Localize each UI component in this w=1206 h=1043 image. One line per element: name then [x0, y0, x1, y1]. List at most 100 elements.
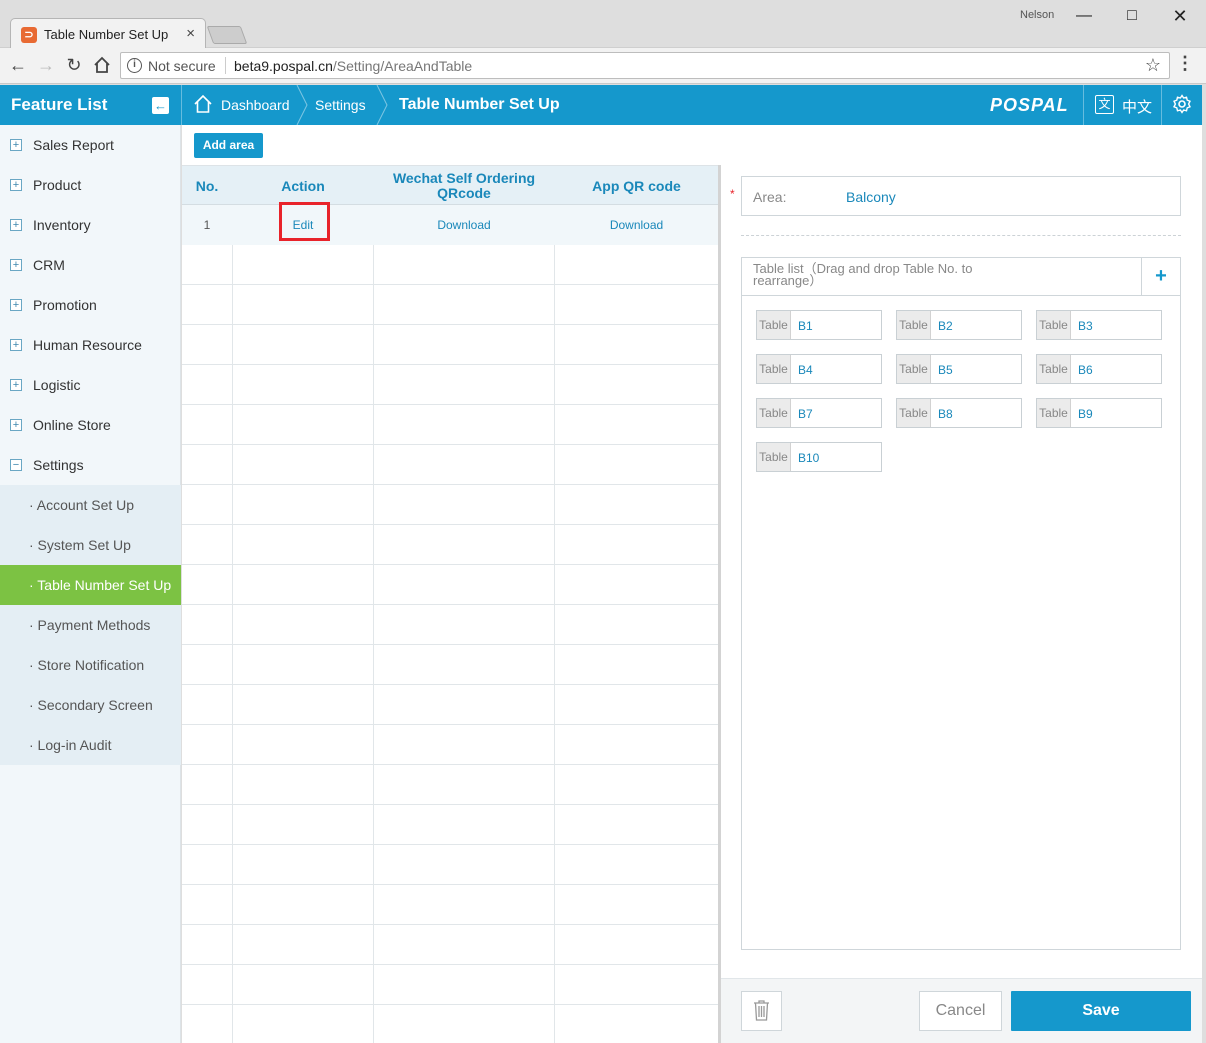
url-path: /Setting/AreaAndTable: [332, 58, 473, 74]
security-label: Not secure: [148, 58, 216, 74]
table-number[interactable]: B7: [798, 407, 813, 421]
area-name-field[interactable]: Area: Balcony: [741, 176, 1181, 216]
expand-plus-icon[interactable]: +: [10, 299, 22, 311]
table-number[interactable]: B6: [1078, 363, 1093, 377]
grid-line: [182, 524, 719, 525]
home-icon[interactable]: [89, 52, 115, 78]
grid-line: [182, 604, 719, 605]
profile-name[interactable]: Nelson: [1020, 9, 1054, 21]
grid-line: [182, 484, 719, 485]
new-tab-button[interactable]: [206, 26, 248, 44]
table-number[interactable]: B4: [798, 363, 813, 377]
table-chip[interactable]: Table B8: [896, 398, 1022, 428]
close-window-icon[interactable]: ✕: [1160, 2, 1200, 30]
back-arrow-icon[interactable]: ←: [5, 52, 31, 78]
dashboard-home-icon[interactable]: [193, 94, 213, 114]
table-row[interactable]: 1 Edit Download Download: [182, 205, 719, 245]
sidebar-item-human-resource[interactable]: + Human Resource: [0, 325, 181, 365]
grid-line: [182, 564, 719, 565]
table-chip[interactable]: Table B1: [756, 310, 882, 340]
maximize-icon[interactable]: □: [1112, 2, 1152, 30]
breadcrumb-chevron-icon: [296, 85, 308, 125]
area-value[interactable]: Balcony: [846, 189, 896, 205]
table-chip[interactable]: Table B7: [756, 398, 882, 428]
grid-line: [182, 444, 719, 445]
table-prefix: Table: [897, 355, 931, 383]
reload-icon[interactable]: ↻: [61, 52, 87, 78]
table-chip[interactable]: Table B6: [1036, 354, 1162, 384]
expand-plus-icon[interactable]: +: [10, 419, 22, 431]
table-chip[interactable]: Table B4: [756, 354, 882, 384]
table-chip[interactable]: Table B5: [896, 354, 1022, 384]
address-bar[interactable]: i Not secure beta9.pospal.cn/Setting/Are…: [120, 52, 1170, 79]
bookmark-star-icon[interactable]: ☆: [1145, 55, 1161, 76]
table-chip[interactable]: Table B10: [756, 442, 882, 472]
sidebar-item-product[interactable]: + Product: [0, 165, 181, 205]
editor-footer: Cancel Save: [721, 978, 1202, 1043]
table-number[interactable]: B8: [938, 407, 953, 421]
sidebar-item-settings[interactable]: − Settings: [0, 445, 181, 485]
sidebar-subitem-secondary-screen[interactable]: · Secondary Screen: [0, 685, 181, 725]
expand-plus-icon[interactable]: +: [10, 379, 22, 391]
table-list-title: Table list（Drag and drop Table No. to re…: [753, 261, 973, 288]
forward-arrow-icon[interactable]: →: [33, 52, 59, 78]
table-number[interactable]: B5: [938, 363, 953, 377]
url-text: beta9.pospal.cn/Setting/AreaAndTable: [234, 58, 472, 74]
delete-button[interactable]: [741, 991, 782, 1031]
table-number[interactable]: B3: [1078, 319, 1093, 333]
expand-plus-icon[interactable]: +: [10, 179, 22, 191]
app-qr-download-link[interactable]: Download: [555, 205, 718, 245]
sidebar-subitem-log-in-audit[interactable]: · Log-in Audit: [0, 725, 181, 765]
expand-plus-icon[interactable]: +: [10, 259, 22, 271]
sidebar-item-online-store[interactable]: + Online Store: [0, 405, 181, 445]
expand-plus-icon[interactable]: +: [10, 219, 22, 231]
sidebar-subitem-label: · Table Number Set Up: [29, 577, 172, 593]
sidebar-subitem-table-number-set-up[interactable]: · Table Number Set Up: [0, 565, 181, 605]
sidebar-item-label: Settings: [33, 457, 84, 473]
sidebar-subitem-store-notification[interactable]: · Store Notification: [0, 645, 181, 685]
sidebar-subitem-system-set-up[interactable]: · System Set Up: [0, 525, 181, 565]
collapse-minus-icon[interactable]: −: [10, 459, 22, 471]
sidebar-item-inventory[interactable]: + Inventory: [0, 205, 181, 245]
grid-line: [182, 844, 719, 845]
browser-menu-icon[interactable]: ⋮: [1176, 53, 1194, 74]
minimize-icon[interactable]: —: [1064, 2, 1104, 30]
expand-plus-icon[interactable]: +: [10, 139, 22, 151]
table-prefix: Table: [1037, 311, 1071, 339]
add-area-button[interactable]: Add area: [194, 133, 263, 158]
language-switch[interactable]: 中文: [1122, 96, 1152, 117]
table-prefix: Table: [897, 399, 931, 427]
main-content: Add area No. Action Wechat Self Ordering…: [182, 125, 1202, 1043]
language-icon[interactable]: 文: [1095, 95, 1114, 114]
table-chip[interactable]: Table B2: [896, 310, 1022, 340]
dashed-divider: [741, 235, 1181, 236]
sidebar-item-promotion[interactable]: + Promotion: [0, 285, 181, 325]
column-header-wechat-qrcode: Wechat Self Ordering QRcode: [392, 170, 536, 201]
sidebar-item-crm[interactable]: + CRM: [0, 245, 181, 285]
breadcrumb-settings[interactable]: Settings: [315, 97, 366, 113]
info-icon[interactable]: i: [127, 58, 142, 73]
sidebar-item-sales-report[interactable]: + Sales Report: [0, 125, 181, 165]
table-chip[interactable]: Table B3: [1036, 310, 1162, 340]
sidebar-subitem-payment-methods[interactable]: · Payment Methods: [0, 605, 181, 645]
breadcrumb-dashboard[interactable]: Dashboard: [221, 97, 290, 113]
table-prefix: Table: [757, 399, 791, 427]
browser-tab[interactable]: ⊃ Table Number Set Up ×: [10, 18, 206, 49]
expand-plus-icon[interactable]: +: [10, 339, 22, 351]
table-number[interactable]: B10: [798, 451, 819, 465]
collapse-sidebar-icon[interactable]: ←: [152, 97, 169, 114]
sidebar-item-logistic[interactable]: + Logistic: [0, 365, 181, 405]
wechat-qr-download-link[interactable]: Download: [374, 205, 554, 245]
table-number[interactable]: B9: [1078, 407, 1093, 421]
column-header-action: Action: [281, 177, 325, 194]
save-button[interactable]: Save: [1011, 991, 1191, 1031]
add-table-button[interactable]: +: [1141, 258, 1180, 296]
sidebar-subitem-account-set-up[interactable]: · Account Set Up: [0, 485, 181, 525]
gear-icon[interactable]: [1172, 94, 1192, 114]
tab-close-icon[interactable]: ×: [186, 25, 195, 42]
cancel-button[interactable]: Cancel: [919, 991, 1002, 1031]
table-number[interactable]: B2: [938, 319, 953, 333]
table-chip[interactable]: Table B9: [1036, 398, 1162, 428]
window-edge: [1202, 85, 1206, 1043]
table-number[interactable]: B1: [798, 319, 813, 333]
